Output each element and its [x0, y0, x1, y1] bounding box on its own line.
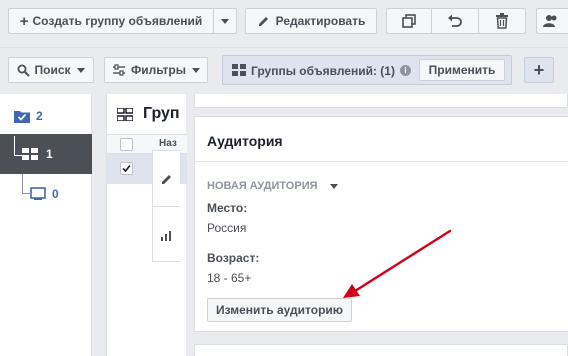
add-filter-button[interactable]: +: [524, 57, 554, 83]
create-adset-label: Создать группу объявлений: [32, 14, 203, 28]
bar-chart-icon: [160, 231, 171, 241]
users-button[interactable]: [536, 8, 568, 34]
edit-button[interactable]: Редактировать: [245, 8, 377, 34]
column-header-name: Наз: [159, 138, 177, 149]
audience-title: Аудитория: [207, 133, 283, 149]
tree-item-count: 0: [52, 187, 59, 201]
adset-grid-icon: [117, 107, 133, 121]
select-all-checkbox[interactable]: [120, 138, 133, 151]
search-button[interactable]: Поиск: [8, 57, 94, 83]
stats-tab[interactable]: [153, 207, 180, 263]
adset-grid-icon: [232, 64, 246, 76]
users-icon: [543, 15, 557, 27]
row-checkbox[interactable]: [120, 162, 133, 175]
location-value: Россия: [207, 221, 247, 235]
chevron-down-icon: [192, 67, 201, 73]
chevron-down-icon: [221, 18, 229, 24]
adsets-filter-label: Группы объявлений: (1): [251, 64, 395, 78]
campaign-tree: 2 1 0: [0, 94, 92, 356]
adset-grid-icon: [22, 148, 38, 160]
info-icon: i: [400, 65, 411, 76]
chevron-down-icon: [329, 183, 338, 189]
create-adset-button[interactable]: + Создать группу объявлений: [8, 8, 214, 34]
divider: [195, 161, 568, 162]
tree-connector: [14, 136, 24, 156]
location-label: Место:: [207, 201, 248, 215]
apply-button[interactable]: Применить: [419, 59, 505, 81]
adsets-filter-chip[interactable]: Группы объявлений: (1) i Применить: [222, 55, 512, 85]
next-section: [194, 344, 568, 356]
new-audience-dropdown[interactable]: НОВАЯ АУДИТОРИЯ: [207, 180, 338, 192]
previous-section: [194, 94, 568, 108]
apply-label: Применить: [428, 63, 496, 77]
search-icon: [17, 64, 31, 77]
top-toolbar: + Создать группу объявлений Редактироват…: [0, 0, 568, 48]
tree-item-count: 1: [46, 147, 53, 161]
side-tabs: [152, 150, 180, 262]
pencil-icon: [258, 17, 268, 26]
table-title: Груп: [143, 105, 180, 122]
undo-button[interactable]: [431, 8, 479, 34]
table-header: Груп: [107, 94, 187, 134]
plus-icon: +: [533, 59, 545, 80]
change-audience-label: Изменить аудиторию: [215, 303, 344, 317]
edit-label: Редактировать: [275, 14, 366, 28]
audience-section: Аудитория НОВАЯ АУДИТОРИЯ Место: Россия …: [194, 116, 568, 332]
undo-icon: [448, 14, 462, 27]
tree-item-ads[interactable]: 0: [0, 174, 92, 214]
age-value: 18 - 65+: [207, 271, 252, 285]
filter-bar: Поиск Фильтры Группы объявлений: (1) i П…: [0, 48, 568, 94]
duplicate-icon: [402, 14, 416, 28]
age-label: Возраст:: [207, 251, 260, 265]
edit-tab[interactable]: [153, 151, 180, 207]
filters-button[interactable]: Фильтры: [104, 57, 208, 83]
tree-item-campaigns[interactable]: 2: [0, 96, 92, 136]
trash-icon: [496, 13, 508, 29]
chevron-down-icon: [76, 67, 85, 73]
new-audience-label: НОВАЯ АУДИТОРИЯ: [207, 180, 318, 192]
pencil-icon: [161, 174, 171, 184]
folder-check-icon: [14, 110, 30, 123]
ad-monitor-icon: [30, 187, 46, 200]
change-audience-button[interactable]: Изменить аудиторию: [207, 298, 352, 322]
tree-item-count: 2: [36, 109, 43, 123]
sliders-icon: [112, 64, 125, 76]
delete-button[interactable]: [478, 8, 526, 34]
create-dropdown-button[interactable]: [213, 8, 237, 34]
checkmark-icon: [122, 164, 131, 173]
plus-icon: +: [19, 12, 29, 30]
duplicate-button[interactable]: [386, 8, 432, 34]
filters-label: Фильтры: [130, 63, 187, 77]
search-label: Поиск: [34, 63, 71, 77]
